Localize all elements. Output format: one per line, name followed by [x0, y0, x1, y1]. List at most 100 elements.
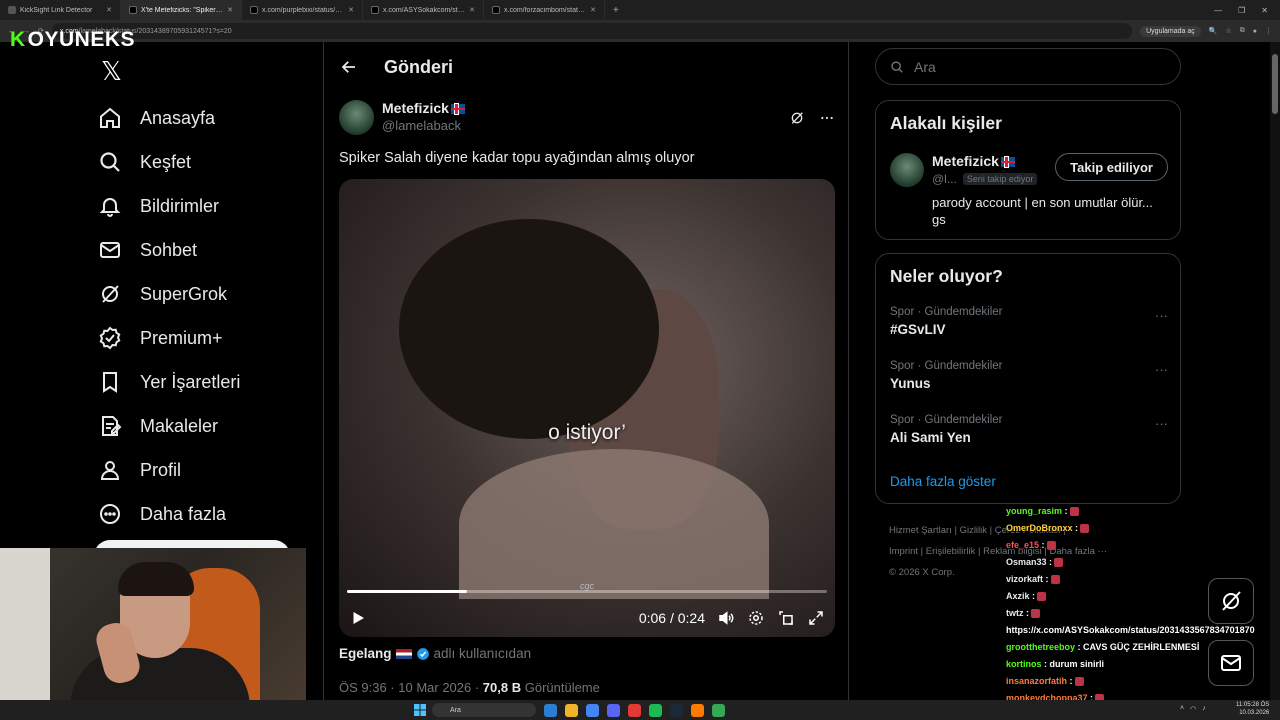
- open-in-app-button[interactable]: Uygulamada aç: [1140, 25, 1201, 37]
- zoom-icon[interactable]: 🔍: [1209, 27, 1218, 35]
- video-player[interactable]: o istiyor’ cgc 0:06 / 0:24: [339, 179, 835, 637]
- brand-text: OYUNEKS: [27, 28, 136, 51]
- x-logo-icon[interactable]: 𝕏: [101, 56, 122, 87]
- tab-title: KickSight Link Detector: [20, 6, 93, 14]
- related-person[interactable]: Metefizick @l... Seni takip ediyor Takip …: [890, 153, 1168, 187]
- windows-start-icon[interactable]: [414, 704, 426, 716]
- nav-item-chat[interactable]: Sohbet: [98, 228, 240, 272]
- back-arrow-icon[interactable]: [340, 58, 358, 76]
- wifi-icon[interactable]: ◠: [1190, 705, 1196, 713]
- browser-tab-4[interactable]: x.com/ASYSokakcom/status/20 ✕: [363, 0, 484, 20]
- browser-tab-3[interactable]: x.com/purplebixi/status/20314 ✕: [242, 0, 363, 20]
- nav-item-explore[interactable]: Keşfet: [98, 140, 240, 184]
- person-name[interactable]: Metefizick: [932, 153, 999, 169]
- chat-message: https://x.com/ASYSokakcom/status/2031433…: [1006, 622, 1276, 639]
- video-progress-bar[interactable]: [347, 590, 827, 593]
- taskbar-search[interactable]: Ara: [432, 703, 536, 717]
- chat-username: kortinos: [1006, 659, 1042, 669]
- chat-emote-icon: [1069, 507, 1079, 517]
- close-icon[interactable]: ✕: [590, 6, 596, 14]
- tab-title: x.com/forzacimbom/status/20: [504, 6, 587, 14]
- nav-item-more[interactable]: Daha fazla: [98, 492, 240, 536]
- bio-line: parody account | en son umutlar ölür...: [932, 195, 1153, 210]
- extensions-icon[interactable]: ⧉: [1240, 27, 1245, 35]
- chat-text: : CAVS GÜÇ ZEHİRLENMESİ: [1077, 642, 1200, 652]
- post-timestamp[interactable]: ÖS 9:36 · 10 Mar 2026 ·: [339, 680, 483, 695]
- credit-name[interactable]: Egelang: [339, 646, 392, 661]
- minimize-icon[interactable]: —: [1214, 6, 1222, 15]
- nav-item-profile[interactable]: Profil: [98, 448, 240, 492]
- grok-icon: [1222, 591, 1241, 611]
- close-icon[interactable]: ✕: [348, 6, 354, 14]
- nav-item-home[interactable]: Anasayfa: [98, 96, 240, 140]
- article-icon: [102, 416, 122, 436]
- show-more-link[interactable]: Daha fazla göster: [890, 474, 996, 489]
- browser-tab-1[interactable]: KickSight Link Detector ✕: [0, 0, 121, 20]
- new-tab-button[interactable]: +: [605, 5, 627, 16]
- nav-label: Makaleler: [140, 415, 219, 436]
- speaker-icon[interactable]: ♪: [1202, 705, 1206, 713]
- app-icon[interactable]: [628, 704, 641, 717]
- nav-item-supergrok[interactable]: SuperGrok: [98, 272, 240, 316]
- chat-message: OmerDoBronxx :: [1006, 520, 1276, 537]
- trend-item[interactable]: Spor · Gündemdekiler #GSvLIV ···: [890, 306, 1168, 337]
- messages-floating-button[interactable]: [1208, 640, 1254, 686]
- chat-username: OmerDoBronxx: [1006, 523, 1073, 533]
- steam-icon[interactable]: [670, 704, 683, 717]
- search-input[interactable]: Ara: [875, 48, 1181, 85]
- chrome-icon[interactable]: [586, 704, 599, 717]
- more-icon[interactable]: [819, 110, 835, 126]
- close-icon[interactable]: ✕: [469, 6, 475, 14]
- nav-item-notifications[interactable]: Bildirimler: [98, 184, 240, 228]
- fullscreen-icon[interactable]: [807, 609, 825, 627]
- post-author: Metefizick @lamelaback: [339, 100, 835, 135]
- app-icon[interactable]: [544, 704, 557, 717]
- settings-gear-icon[interactable]: [747, 609, 765, 627]
- maximize-icon[interactable]: ❐: [1238, 6, 1245, 15]
- browser-tab-2[interactable]: X'te Metefizicks: "Spiker Salah ✕: [121, 0, 242, 20]
- mail-icon: [100, 242, 120, 258]
- bell-icon: [99, 198, 121, 217]
- avatar[interactable]: [339, 100, 374, 135]
- chat-text: :: [1041, 540, 1045, 550]
- spotify-icon[interactable]: [649, 704, 662, 717]
- volume-icon[interactable]: [717, 609, 735, 627]
- avatar[interactable]: [890, 153, 924, 187]
- discord-icon[interactable]: [607, 704, 620, 717]
- chevron-up-icon[interactable]: ˄: [1180, 705, 1184, 713]
- app-icon[interactable]: [691, 704, 704, 717]
- chat-text: :: [1049, 557, 1053, 567]
- close-icon[interactable]: ✕: [227, 6, 233, 14]
- grok-icon[interactable]: [789, 110, 805, 126]
- close-icon[interactable]: ✕: [106, 6, 112, 14]
- taskbar-clock[interactable]: 11:05:28 ÖS 10.03.2026: [1236, 701, 1269, 717]
- person-bio: parody account | en son umutlar ölür... …: [932, 194, 1168, 228]
- folder-icon[interactable]: [565, 704, 578, 717]
- grok-floating-button[interactable]: [1208, 578, 1254, 624]
- browser-tab-5[interactable]: x.com/forzacimbom/status/20 ✕: [484, 0, 605, 20]
- more-icon[interactable]: ···: [1155, 362, 1168, 377]
- tab-title: x.com/ASYSokakcom/status/20: [383, 6, 465, 14]
- search-icon: [891, 60, 903, 73]
- trend-item[interactable]: Spor · Gündemdekiler Yunus ···: [890, 360, 1168, 391]
- more-icon[interactable]: ···: [1155, 308, 1168, 323]
- taskbar: Ara ˄ ◠ ♪ 11:05:28 ÖS 10.03.2026: [0, 700, 1280, 720]
- more-icon[interactable]: ···: [1155, 416, 1168, 431]
- close-window-icon[interactable]: ✕: [1261, 6, 1268, 15]
- author-name[interactable]: Metefizick: [382, 100, 449, 116]
- profile-icon[interactable]: ●: [1253, 28, 1257, 35]
- picture-in-picture-icon[interactable]: [777, 609, 795, 627]
- menu-icon[interactable]: ⋮: [1265, 27, 1272, 35]
- nav-item-articles[interactable]: Makaleler: [98, 404, 240, 448]
- nav-item-premium[interactable]: Premium+: [98, 316, 240, 360]
- following-button[interactable]: Takip ediliyor: [1055, 153, 1168, 181]
- star-icon[interactable]: ☆: [1225, 27, 1231, 35]
- url-input[interactable]: x.com/lamelaback/status/2031438970593124…: [51, 23, 1133, 39]
- nav-item-bookmarks[interactable]: Yer İşaretleri: [98, 360, 240, 404]
- app-icon[interactable]: [712, 704, 725, 717]
- scrollbar-thumb[interactable]: [1272, 54, 1278, 114]
- author-handle[interactable]: @lamelaback: [382, 118, 465, 133]
- play-icon[interactable]: [349, 609, 367, 627]
- trend-item[interactable]: Spor · Gündemdekiler Ali Sami Yen ···: [890, 414, 1168, 445]
- chat-username: Axzik: [1006, 591, 1030, 601]
